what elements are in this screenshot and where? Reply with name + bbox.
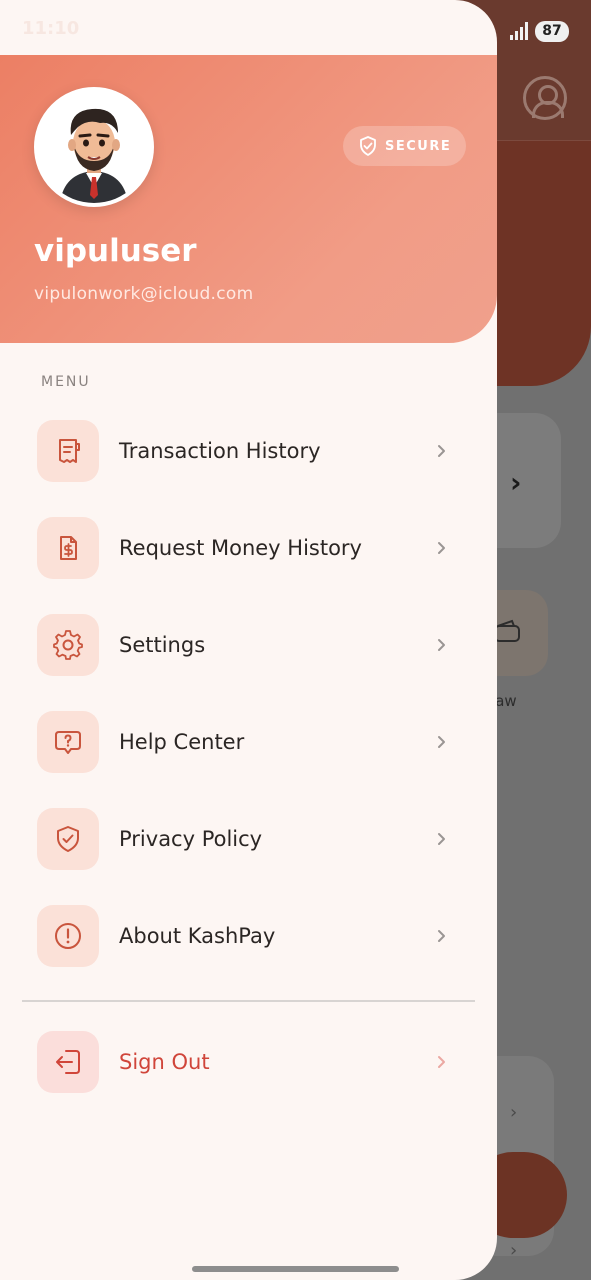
- menu-item-label: Request Money History: [119, 536, 362, 560]
- status-bar: 11:10 87: [0, 0, 591, 56]
- chevron-right-icon: [438, 639, 445, 651]
- signal-icon: [510, 22, 528, 40]
- logout-icon: [37, 1031, 99, 1093]
- menu-item-about[interactable]: About KashPay: [37, 905, 457, 967]
- navigation-drawer: SECURE vipuluser vipulonwork@icloud.com …: [0, 0, 497, 1280]
- shield-check-icon: [360, 136, 376, 156]
- menu-item-help-center[interactable]: Help Center: [37, 711, 457, 773]
- profile-name: vipuluser: [34, 233, 197, 269]
- secure-badge: SECURE: [343, 126, 466, 166]
- profile-email: vipulonwork@icloud.com: [34, 284, 254, 304]
- menu-item-privacy-policy[interactable]: Privacy Policy: [37, 808, 457, 870]
- status-time: 11:10: [22, 18, 80, 39]
- menu-item-transaction-history[interactable]: Transaction History: [37, 420, 457, 482]
- avatar-illustration: [38, 91, 150, 203]
- menu-item-label: Settings: [119, 633, 206, 657]
- menu-item-request-money-history[interactable]: Request Money History: [37, 517, 457, 579]
- menu-divider: [22, 1000, 475, 1002]
- chevron-right-icon: [438, 1056, 445, 1068]
- secure-badge-label: SECURE: [385, 138, 452, 154]
- question-bubble-icon: [37, 711, 99, 773]
- menu-item-label: Privacy Policy: [119, 827, 263, 851]
- background-chevron-right-icon: ›: [510, 1102, 518, 1123]
- background-profile-icon: [523, 76, 567, 120]
- chevron-right-icon: [438, 736, 445, 748]
- sign-out-button[interactable]: Sign Out: [37, 1031, 457, 1093]
- menu-heading: MENU: [41, 374, 91, 390]
- dollar-document-icon: [37, 517, 99, 579]
- menu-item-label: About KashPay: [119, 924, 276, 948]
- shield-check-icon: [37, 808, 99, 870]
- menu-item-label: Help Center: [119, 730, 245, 754]
- gear-icon: [37, 614, 99, 676]
- sign-out-label: Sign Out: [119, 1050, 210, 1074]
- info-circle-icon: [37, 905, 99, 967]
- background-chevron-right-icon: ›: [510, 1240, 518, 1261]
- home-indicator[interactable]: [192, 1266, 399, 1272]
- chevron-right-icon: [438, 542, 445, 554]
- chevron-right-icon: [438, 833, 445, 845]
- menu-item-settings[interactable]: Settings: [37, 614, 457, 676]
- avatar[interactable]: [34, 87, 154, 207]
- background-chevron-right-icon: ›: [510, 466, 522, 499]
- chevron-right-icon: [438, 445, 445, 457]
- battery-indicator: 87: [535, 21, 569, 42]
- receipt-icon: [37, 420, 99, 482]
- chevron-right-icon: [438, 930, 445, 942]
- menu-item-label: Transaction History: [119, 439, 321, 463]
